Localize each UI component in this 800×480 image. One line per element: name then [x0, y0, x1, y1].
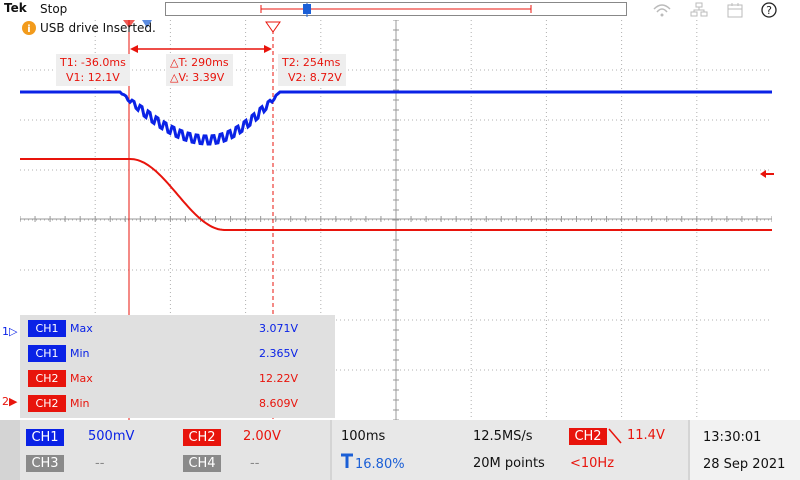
falling-edge-icon [608, 428, 622, 444]
trigger-position[interactable]: 16.80% [355, 457, 405, 472]
ch2-marker-arrow-icon: ▶ [9, 395, 18, 408]
acquisition-status[interactable]: Stop [40, 2, 67, 16]
measurement-type: Max [70, 322, 93, 335]
measurement-channel-badge: CH2 [28, 370, 66, 387]
record-view-indicator [260, 3, 532, 17]
ch2-button[interactable]: CH2 [183, 429, 221, 446]
trigger-level-marker-icon[interactable] [760, 168, 774, 180]
measurement-row[interactable]: CH2 Min 8.609V [28, 395, 328, 415]
trigger-frequency: <10Hz [570, 456, 615, 471]
measurement-channel-badge: CH2 [28, 395, 66, 412]
ch3-scale[interactable]: -- [95, 456, 104, 471]
calendar-icon[interactable] [727, 2, 743, 18]
top-bar: Tek Stop ? [0, 0, 800, 20]
clock-date[interactable]: 28 Sep 2021 [703, 457, 785, 472]
channel-settings-area [20, 420, 330, 480]
record-length[interactable]: 20M points [473, 456, 545, 471]
record-view-bar[interactable] [165, 2, 627, 17]
measurement-panel[interactable]: CH1 Max 3.071V CH1 Min 2.365V CH2 Max 12… [20, 315, 335, 418]
measurement-value: 3.071V [258, 322, 298, 335]
trigger-source-badge[interactable]: CH2 [569, 428, 607, 445]
delta-voltage: △V: 3.39V [170, 71, 225, 84]
trigger-level[interactable]: 11.4V [627, 428, 665, 443]
measurement-channel-badge: CH1 [28, 320, 66, 337]
notification: i USB drive Inserted. [20, 20, 156, 36]
network-icon[interactable] [690, 2, 708, 18]
cursor-2-handle [265, 21, 281, 33]
measurement-type: Min [70, 347, 90, 360]
timebase[interactable]: 100ms [341, 429, 385, 444]
measurement-channel-badge: CH1 [28, 345, 66, 362]
clock-time[interactable]: 13:30:01 [703, 430, 761, 445]
cursor-1-time: T1: -36.0ms [60, 56, 126, 69]
ch2-marker-label: 2 [2, 395, 9, 408]
cursor-2-time: T2: 254ms [282, 56, 341, 69]
cursor-1-voltage: V1: 12.1V [66, 71, 120, 84]
cursor-delta-readout: △T: 290ms △V: 3.39V [166, 54, 233, 86]
ch2-scale[interactable]: 2.00V [243, 429, 281, 444]
ch4-button[interactable]: CH4 [183, 455, 221, 472]
cursor-1-readout: T1: -36.0ms V1: 12.1V [56, 54, 130, 86]
ch4-scale[interactable]: -- [250, 456, 259, 471]
info-icon: i [22, 21, 36, 35]
cursor-2-readout: T2: 254ms V2: 8.72V [278, 54, 346, 86]
brand-logo: Tek [4, 1, 27, 15]
bottom-status-bar: CH1 500mV CH2 2.00V CH3 -- CH4 -- 100ms … [0, 420, 800, 480]
sample-rate[interactable]: 12.5MS/s [473, 429, 533, 444]
wifi-icon[interactable] [652, 3, 672, 17]
ch2-ground-marker[interactable]: 2▶ [2, 395, 17, 408]
cursor-2-voltage: V2: 8.72V [288, 71, 342, 84]
svg-text:i: i [27, 24, 30, 35]
measurement-row[interactable]: CH2 Max 12.22V [28, 370, 328, 390]
delta-arrow-right-icon [264, 45, 272, 53]
measurement-row[interactable]: CH1 Min 2.365V [28, 345, 328, 365]
trigger-position-icon [341, 453, 353, 468]
notification-text: USB drive Inserted. [40, 21, 156, 35]
measurement-row[interactable]: CH1 Max 3.071V [28, 320, 328, 340]
help-icon[interactable]: ? [761, 2, 777, 18]
delta-arrow-left-icon [130, 45, 138, 53]
measurement-type: Max [70, 372, 93, 385]
ch1-marker-arrow-icon: ▷ [9, 325, 18, 338]
measurement-value: 12.22V [258, 372, 298, 385]
ch1-button[interactable]: CH1 [26, 429, 64, 446]
ch1-scale[interactable]: 500mV [88, 429, 134, 444]
ch1-ground-marker[interactable]: 1▷ [2, 325, 17, 338]
ch1-marker-label: 1 [2, 325, 9, 338]
measurement-type: Min [70, 397, 90, 410]
measurement-value: 8.609V [258, 397, 298, 410]
ch3-button[interactable]: CH3 [26, 455, 64, 472]
delta-time: △T: 290ms [170, 56, 229, 69]
measurement-value: 2.365V [258, 347, 298, 360]
svg-text:?: ? [766, 4, 772, 17]
